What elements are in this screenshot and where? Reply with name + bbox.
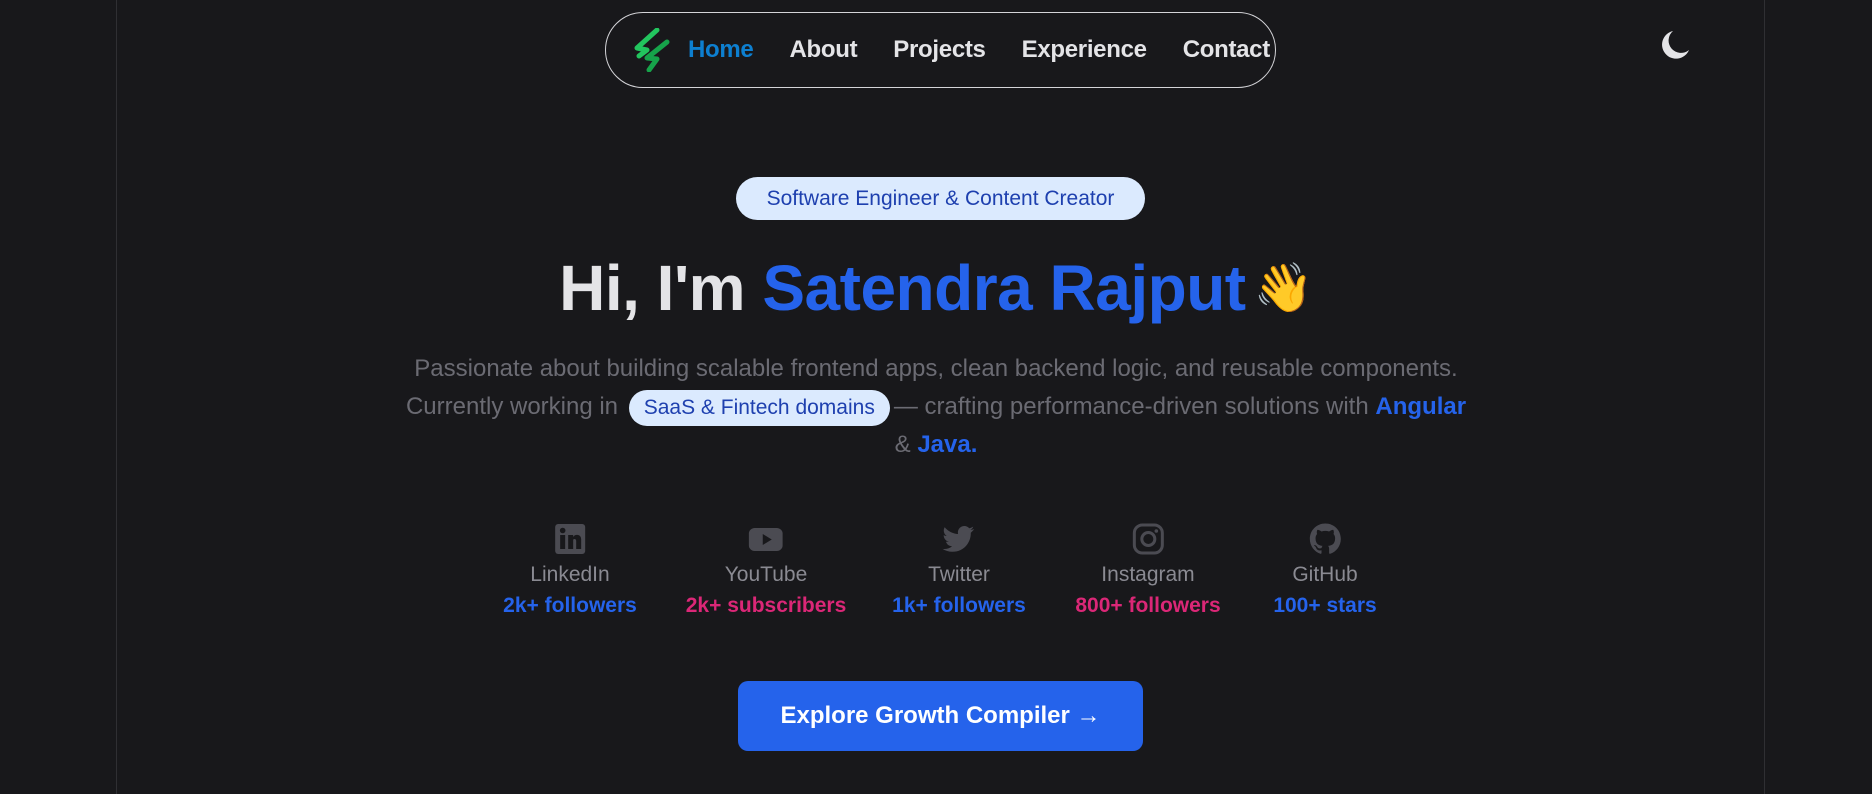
amp-text: & xyxy=(894,431,911,458)
nav-home-link[interactable]: Home xyxy=(688,36,754,64)
nav-projects-link[interactable]: Projects xyxy=(893,36,986,64)
nav-experience-link[interactable]: Experience xyxy=(1022,36,1147,64)
desc-prefix: Currently working in xyxy=(405,393,619,420)
greeting-text: Hi, I'm xyxy=(559,252,746,324)
lightning-logo-icon[interactable] xyxy=(632,27,674,73)
social-linkedin[interactable]: LinkedIn 2k+ followers xyxy=(503,522,637,619)
social-stats: LinkedIn 2k+ followers YouTube 2k+ subsc… xyxy=(0,522,1872,632)
nav-contact-link[interactable]: Contact xyxy=(1183,36,1271,64)
social-instagram[interactable]: Instagram 800+ followers xyxy=(1075,522,1221,619)
social-youtube[interactable]: YouTube 2k+ subscribers xyxy=(685,522,847,619)
youtube-icon xyxy=(748,528,783,551)
social-count: 800+ followers xyxy=(1075,594,1221,617)
nav-about-link[interactable]: About xyxy=(789,36,857,64)
social-count: 100+ stars xyxy=(1273,594,1377,617)
social-name: LinkedIn xyxy=(530,563,610,586)
social-github[interactable]: GitHub 100+ stars xyxy=(1273,522,1377,619)
tech-java: Java. xyxy=(917,431,978,458)
social-name: Instagram xyxy=(1101,563,1195,586)
moon-icon[interactable] xyxy=(1656,28,1692,64)
top-navigation: Home About Projects Experience Contact xyxy=(605,12,1276,88)
social-name: YouTube xyxy=(724,563,808,586)
linkedin-icon xyxy=(554,524,585,554)
intro-description: Passionate about building scalable front… xyxy=(360,350,1512,464)
instagram-icon xyxy=(1132,523,1164,555)
author-name: Satendra Rajput xyxy=(762,252,1246,324)
social-name: GitHub xyxy=(1292,563,1358,586)
social-count: 2k+ followers xyxy=(503,594,637,617)
social-twitter[interactable]: Twitter 1k+ followers xyxy=(892,522,1026,619)
desc-line1: Passionate about building scalable front… xyxy=(414,355,1458,382)
social-count: 1k+ followers xyxy=(892,594,1026,617)
page-title: Hi, I'm Satendra Rajput 👋 xyxy=(0,250,1872,327)
social-name: Twitter xyxy=(928,563,990,586)
social-count: 2k+ subscribers xyxy=(685,594,847,617)
tech-angular: Angular xyxy=(1375,393,1467,420)
github-icon xyxy=(1309,523,1341,554)
wave-emoji: 👋 xyxy=(1253,262,1314,315)
role-badge: Software Engineer & Content Creator xyxy=(736,177,1145,220)
domain-pill: SaaS & Fintech domains xyxy=(628,390,890,426)
desc-mid: — crafting performance-driven solutions … xyxy=(893,393,1369,420)
explore-growth-compiler-button[interactable]: Explore Growth Compiler → xyxy=(738,681,1143,751)
twitter-icon xyxy=(942,526,974,552)
